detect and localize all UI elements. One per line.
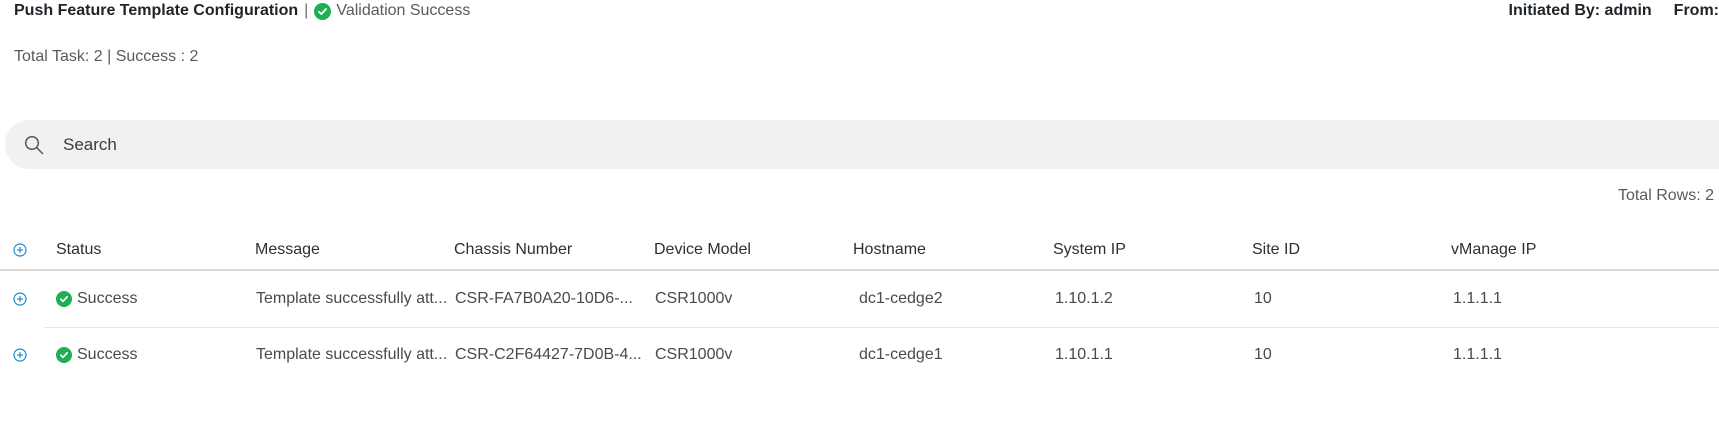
expand-all-cell bbox=[13, 230, 27, 269]
hostname-cell: dc1-cedge2 bbox=[859, 290, 943, 307]
site-id-cell: 10 bbox=[1254, 290, 1272, 307]
search-icon bbox=[23, 134, 45, 156]
vmanage-ip-cell: 1.1.1.1 bbox=[1453, 346, 1502, 363]
status-text: Success bbox=[77, 346, 138, 363]
device-model-cell: CSR1000v bbox=[655, 290, 733, 307]
system-ip-cell: 1.10.1.1 bbox=[1055, 346, 1113, 363]
total-rows: Total Rows: 2 bbox=[1617, 187, 1714, 204]
task-details-page: Push Feature Template Configuration | Va… bbox=[0, 0, 1719, 431]
column-header-chassis-number[interactable]: Chassis Number bbox=[454, 230, 572, 269]
expand-row-cell bbox=[13, 271, 27, 327]
check-circle-icon bbox=[56, 291, 72, 307]
validation-status: Validation Success bbox=[336, 2, 471, 19]
chassis-number-cell: CSR-FA7B0A20-10D6-... bbox=[455, 290, 633, 307]
task-summary: Total Task: 2 | Success : 2 bbox=[14, 48, 199, 65]
table-row[interactable]: Success Template successfully att... CSR… bbox=[0, 327, 1719, 383]
chassis-number-cell: CSR-C2F64427-7D0B-4... bbox=[455, 346, 642, 363]
site-id-cell: 10 bbox=[1254, 346, 1272, 363]
check-circle-icon bbox=[314, 2, 332, 20]
column-header-vmanage-ip[interactable]: vManage IP bbox=[1451, 230, 1536, 269]
status-text: Success bbox=[77, 290, 138, 307]
results-table: Status Message Chassis Number Device Mod… bbox=[0, 230, 1719, 383]
column-header-message[interactable]: Message bbox=[255, 230, 320, 269]
system-ip-cell: 1.10.1.2 bbox=[1055, 290, 1113, 307]
column-header-site-id[interactable]: Site ID bbox=[1252, 230, 1300, 269]
check-circle-icon bbox=[56, 347, 72, 363]
search-input[interactable] bbox=[61, 133, 665, 156]
status-cell: Success bbox=[56, 271, 137, 327]
plus-circle-icon[interactable] bbox=[13, 292, 27, 306]
from-label: From: bbox=[1673, 2, 1719, 19]
hostname-cell: dc1-cedge1 bbox=[859, 346, 943, 363]
header-separator: | bbox=[304, 2, 309, 19]
column-header-device-model[interactable]: Device Model bbox=[654, 230, 751, 269]
expand-row-cell bbox=[13, 327, 27, 383]
plus-circle-icon[interactable] bbox=[13, 242, 27, 257]
initiated-by: Initiated By: admin bbox=[1508, 2, 1652, 19]
vmanage-ip-cell: 1.1.1.1 bbox=[1453, 290, 1502, 307]
column-header-status[interactable]: Status bbox=[56, 230, 101, 269]
message-cell: Template successfully att... bbox=[256, 290, 448, 307]
search-bar[interactable] bbox=[5, 120, 1719, 169]
device-model-cell: CSR1000v bbox=[655, 346, 733, 363]
plus-circle-icon[interactable] bbox=[13, 348, 27, 362]
page-title: Push Feature Template Configuration bbox=[14, 2, 299, 19]
message-cell: Template successfully att... bbox=[256, 346, 448, 363]
status-cell: Success bbox=[56, 327, 137, 383]
column-header-hostname[interactable]: Hostname bbox=[853, 230, 926, 269]
table-header: Status Message Chassis Number Device Mod… bbox=[0, 230, 1719, 271]
column-header-system-ip[interactable]: System IP bbox=[1053, 230, 1126, 269]
page-header: Push Feature Template Configuration | Va… bbox=[14, 0, 470, 22]
table-row[interactable]: Success Template successfully att... CSR… bbox=[0, 271, 1719, 328]
initiated-info: Initiated By: admin From: bbox=[1509, 0, 1719, 22]
